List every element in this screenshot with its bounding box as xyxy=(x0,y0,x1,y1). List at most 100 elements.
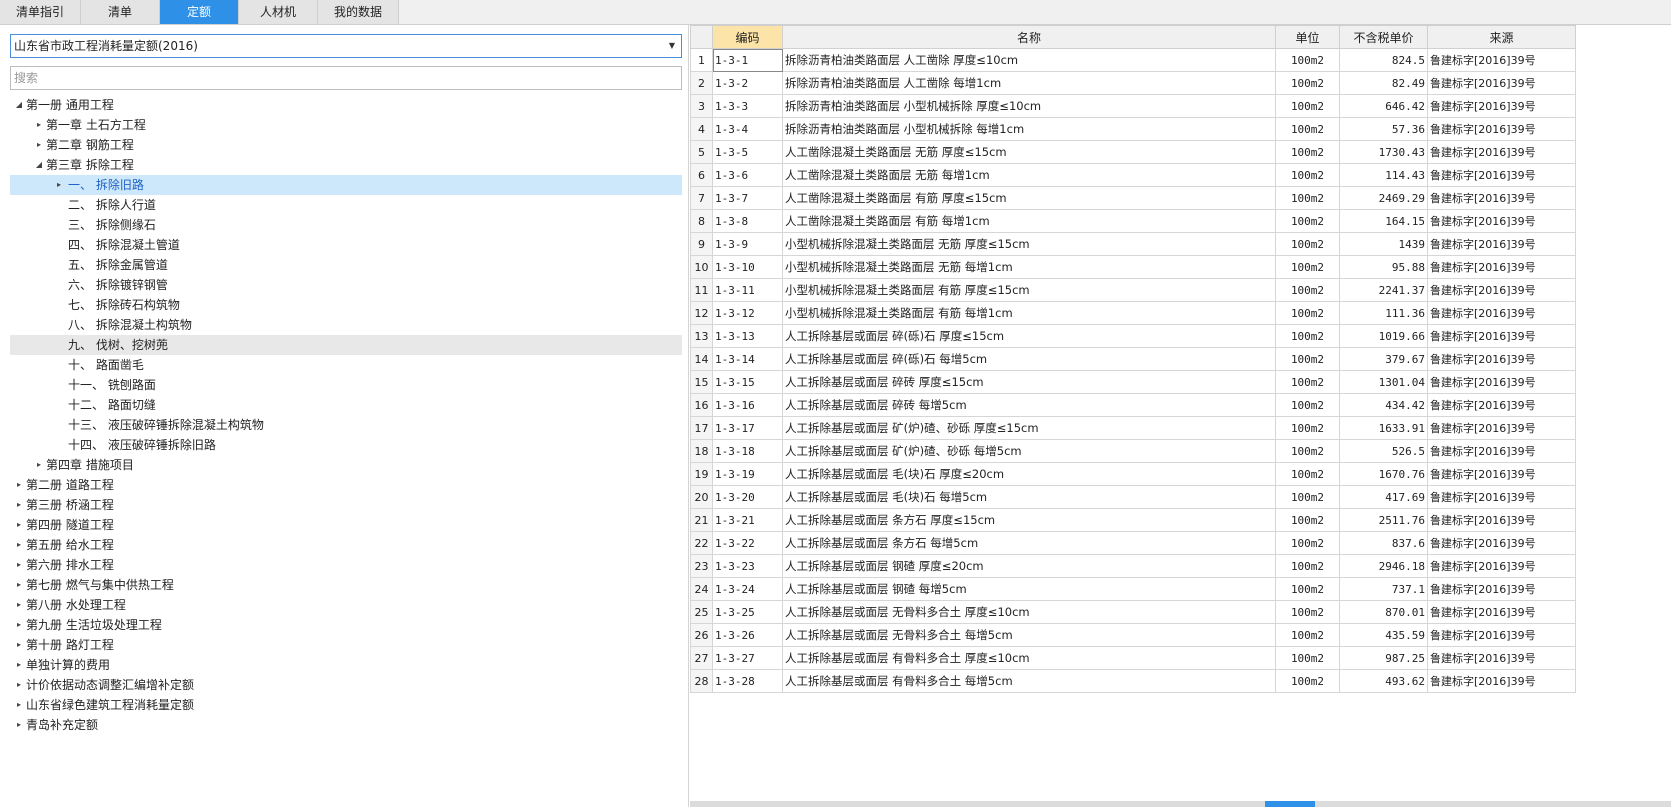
name-cell[interactable]: 拆除沥青柏油类路面层 小型机械拆除 厚度≤10cm xyxy=(782,94,1276,118)
tree-node[interactable]: 九、 伐树、挖树蔸 xyxy=(10,335,682,355)
name-cell[interactable]: 人工拆除基层或面层 毛(块)石 厚度≤20cm xyxy=(782,462,1276,486)
source-cell[interactable]: 鲁建标字[2016]39号 xyxy=(1427,94,1576,118)
name-cell[interactable]: 人工凿除混凝土类路面层 无筋 厚度≤15cm xyxy=(782,140,1276,164)
name-cell[interactable]: 拆除沥青柏油类路面层 人工凿除 每增1cm xyxy=(782,71,1276,95)
row-number-cell[interactable]: 27 xyxy=(690,646,713,670)
code-cell[interactable]: 1-3-6 xyxy=(712,163,783,187)
source-cell[interactable]: 鲁建标字[2016]39号 xyxy=(1427,370,1576,394)
tree-node[interactable]: 二、 拆除人行道 xyxy=(10,195,682,215)
row-number-cell[interactable]: 4 xyxy=(690,117,713,141)
search-input[interactable] xyxy=(10,66,682,90)
unit-cell[interactable]: 100m2 xyxy=(1275,531,1340,555)
row-number-cell[interactable]: 19 xyxy=(690,462,713,486)
price-cell[interactable]: 57.36 xyxy=(1339,117,1428,141)
tree-node[interactable]: 六、 拆除镀锌钢管 xyxy=(10,275,682,295)
price-cell[interactable]: 737.1 xyxy=(1339,577,1428,601)
source-cell[interactable]: 鲁建标字[2016]39号 xyxy=(1427,485,1576,509)
price-cell[interactable]: 1633.91 xyxy=(1339,416,1428,440)
tab-list-guide[interactable]: 清单指引 xyxy=(0,0,81,24)
name-cell[interactable]: 小型机械拆除混凝土类路面层 无筋 厚度≤15cm xyxy=(782,232,1276,256)
unit-cell[interactable]: 100m2 xyxy=(1275,71,1340,95)
tree-node[interactable]: 四、 拆除混凝土管道 xyxy=(10,235,682,255)
name-cell[interactable]: 小型机械拆除混凝土类路面层 有筋 每增1cm xyxy=(782,301,1276,325)
table-row[interactable]: 10 1-3-10 小型机械拆除混凝土类路面层 无筋 每增1cm 100m2 95.88… xyxy=(690,255,1576,279)
source-cell[interactable]: 鲁建标字[2016]39号 xyxy=(1427,324,1576,348)
expand-arrow-icon[interactable]: ▸ xyxy=(14,715,24,735)
price-cell[interactable]: 493.62 xyxy=(1339,669,1428,693)
unit-cell[interactable]: 100m2 xyxy=(1275,646,1340,670)
code-cell[interactable]: 1-3-9 xyxy=(712,232,783,256)
source-cell[interactable]: 鲁建标字[2016]39号 xyxy=(1427,439,1576,463)
table-row[interactable]: 2 1-3-2 拆除沥青柏油类路面层 人工凿除 每增1cm 100m2 82.49 鲁建标… xyxy=(690,71,1576,95)
code-cell[interactable]: 1-3-12 xyxy=(712,301,783,325)
column-header-code[interactable]: 编码 xyxy=(712,25,783,49)
source-cell[interactable]: 鲁建标字[2016]39号 xyxy=(1427,48,1576,72)
name-cell[interactable]: 人工拆除基层或面层 碎砖 每增5cm xyxy=(782,393,1276,417)
code-cell[interactable]: 1-3-4 xyxy=(712,117,783,141)
tree-node[interactable]: ▸ 第二章 钢筋工程 xyxy=(10,135,682,155)
unit-cell[interactable]: 100m2 xyxy=(1275,94,1340,118)
code-cell[interactable]: 1-3-19 xyxy=(712,462,783,486)
source-cell[interactable]: 鲁建标字[2016]39号 xyxy=(1427,117,1576,141)
tree-node[interactable]: ▸ 第八册 水处理工程 xyxy=(10,595,682,615)
row-number-cell[interactable]: 17 xyxy=(690,416,713,440)
code-cell[interactable]: 1-3-17 xyxy=(712,416,783,440)
unit-cell[interactable]: 100m2 xyxy=(1275,255,1340,279)
expand-arrow-icon[interactable]: ▸ xyxy=(14,475,24,495)
name-cell[interactable]: 人工拆除基层或面层 钢碴 每增5cm xyxy=(782,577,1276,601)
code-cell[interactable]: 1-3-5 xyxy=(712,140,783,164)
source-cell[interactable]: 鲁建标字[2016]39号 xyxy=(1427,347,1576,371)
price-cell[interactable]: 526.5 xyxy=(1339,439,1428,463)
source-cell[interactable]: 鲁建标字[2016]39号 xyxy=(1427,531,1576,555)
row-number-cell[interactable]: 16 xyxy=(690,393,713,417)
code-cell[interactable]: 1-3-24 xyxy=(712,577,783,601)
expand-arrow-icon[interactable]: ▸ xyxy=(14,635,24,655)
row-number-cell[interactable]: 14 xyxy=(690,347,713,371)
table-row[interactable]: 26 1-3-26 人工拆除基层或面层 无骨料多合土 每增5cm 100m2 435.5… xyxy=(690,623,1576,647)
name-cell[interactable]: 人工拆除基层或面层 碎砖 厚度≤15cm xyxy=(782,370,1276,394)
table-row[interactable]: 28 1-3-28 人工拆除基层或面层 有骨料多合土 每增5cm 100m2 493.6… xyxy=(690,669,1576,693)
expand-arrow-icon[interactable]: ▸ xyxy=(14,515,24,535)
price-cell[interactable]: 646.42 xyxy=(1339,94,1428,118)
code-cell[interactable]: 1-3-15 xyxy=(712,370,783,394)
unit-cell[interactable]: 100m2 xyxy=(1275,347,1340,371)
column-header-unit[interactable]: 单位 xyxy=(1275,25,1340,49)
source-cell[interactable]: 鲁建标字[2016]39号 xyxy=(1427,577,1576,601)
name-cell[interactable]: 人工凿除混凝土类路面层 有筋 厚度≤15cm xyxy=(782,186,1276,210)
tree-node[interactable]: 十三、 液压破碎锤拆除混凝土构筑物 xyxy=(10,415,682,435)
expand-arrow-icon[interactable]: ▸ xyxy=(34,455,44,475)
library-select[interactable]: 山东省市政工程消耗量定额(2016) ▼ xyxy=(10,34,682,58)
price-cell[interactable]: 1019.66 xyxy=(1339,324,1428,348)
tree-node[interactable]: 八、 拆除混凝土构筑物 xyxy=(10,315,682,335)
source-cell[interactable]: 鲁建标字[2016]39号 xyxy=(1427,669,1576,693)
row-number-cell[interactable]: 24 xyxy=(690,577,713,601)
unit-cell[interactable]: 100m2 xyxy=(1275,370,1340,394)
unit-cell[interactable]: 100m2 xyxy=(1275,324,1340,348)
expand-arrow-icon[interactable]: ▸ xyxy=(34,135,44,155)
tree-node[interactable]: ▸ 第六册 排水工程 xyxy=(10,555,682,575)
price-cell[interactable]: 114.43 xyxy=(1339,163,1428,187)
table-row[interactable]: 7 1-3-7 人工凿除混凝土类路面层 有筋 厚度≤15cm 100m2 2469.29… xyxy=(690,186,1576,210)
row-number-cell[interactable]: 13 xyxy=(690,324,713,348)
table-row[interactable]: 27 1-3-27 人工拆除基层或面层 有骨料多合土 厚度≤10cm 100m2 987… xyxy=(690,646,1576,670)
table-row[interactable]: 9 1-3-9 小型机械拆除混凝土类路面层 无筋 厚度≤15cm 100m2 1439 鲁… xyxy=(690,232,1576,256)
tree-node[interactable]: 三、 拆除侧缘石 xyxy=(10,215,682,235)
unit-cell[interactable]: 100m2 xyxy=(1275,577,1340,601)
name-cell[interactable]: 人工拆除基层或面层 矿(炉)碴、砂砾 每增5cm xyxy=(782,439,1276,463)
price-cell[interactable]: 1439 xyxy=(1339,232,1428,256)
price-cell[interactable]: 2511.76 xyxy=(1339,508,1428,532)
name-cell[interactable]: 人工拆除基层或面层 碎(砾)石 每增5cm xyxy=(782,347,1276,371)
source-cell[interactable]: 鲁建标字[2016]39号 xyxy=(1427,508,1576,532)
name-cell[interactable]: 人工拆除基层或面层 钢碴 厚度≤20cm xyxy=(782,554,1276,578)
price-cell[interactable]: 434.42 xyxy=(1339,393,1428,417)
source-cell[interactable]: 鲁建标字[2016]39号 xyxy=(1427,186,1576,210)
expand-arrow-icon[interactable]: ▸ xyxy=(14,555,24,575)
table-row[interactable]: 12 1-3-12 小型机械拆除混凝土类路面层 有筋 每增1cm 100m2 111.3… xyxy=(690,301,1576,325)
table-row[interactable]: 25 1-3-25 人工拆除基层或面层 无骨料多合土 厚度≤10cm 100m2 870… xyxy=(690,600,1576,624)
table-row[interactable]: 15 1-3-15 人工拆除基层或面层 碎砖 厚度≤15cm 100m2 1301.04… xyxy=(690,370,1576,394)
row-number-cell[interactable]: 3 xyxy=(690,94,713,118)
name-cell[interactable]: 人工拆除基层或面层 有骨料多合土 厚度≤10cm xyxy=(782,646,1276,670)
code-cell[interactable]: 1-3-2 xyxy=(712,71,783,95)
tree-node[interactable]: 五、 拆除金属管道 xyxy=(10,255,682,275)
unit-cell[interactable]: 100m2 xyxy=(1275,393,1340,417)
